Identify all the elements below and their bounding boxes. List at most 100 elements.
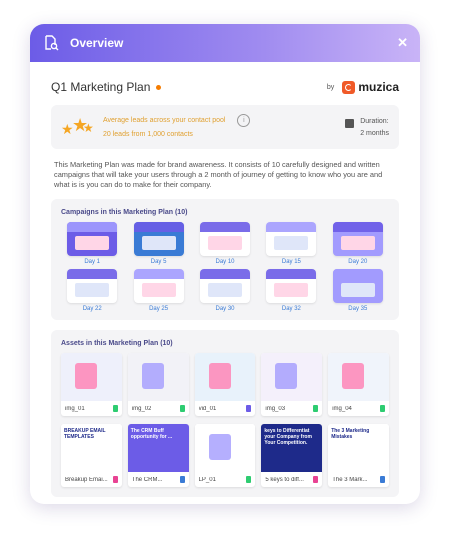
campaign-card[interactable]: Day 35: [325, 269, 391, 312]
campaign-thumbnail[interactable]: [332, 269, 383, 303]
campaign-day-label[interactable]: Day 30: [215, 306, 234, 312]
campaign-day-label[interactable]: Day 5: [151, 259, 167, 265]
assets-panel: Assets in this Marketing Plan (10) img_0…: [51, 330, 399, 497]
campaigns-title: Campaigns in this Marketing Plan (10): [61, 209, 188, 216]
asset-name: The 3 Mark...: [332, 476, 368, 483]
duration-label: Duration:: [360, 117, 389, 125]
file-type-icon: [313, 405, 319, 412]
plan-description: This Marketing Plan was made for brand a…: [54, 160, 383, 189]
leads-stat-value: 20 leads from 1,000 contacts: [103, 130, 193, 138]
asset-name: Breakup Emai...: [65, 476, 108, 483]
campaign-thumbnail[interactable]: [133, 269, 184, 303]
modal-header: Overview ✕: [30, 24, 420, 62]
asset-thumbnail[interactable]: The 3 Marketing Mistakes: [328, 424, 389, 472]
asset-card[interactable]: keys to Differentiat your Company from Y…: [261, 424, 323, 487]
campaign-thumbnail[interactable]: [67, 222, 118, 256]
plan-title: Q1 Marketing Plan: [51, 80, 151, 94]
asset-thumbnail[interactable]: BREAKUP EMAIL TEMPLATES: [61, 424, 122, 472]
asset-card[interactable]: img_02: [127, 353, 189, 416]
campaign-card[interactable]: Day 20: [325, 222, 391, 265]
campaign-card[interactable]: Day 22: [59, 269, 125, 312]
campaign-thumbnail[interactable]: [67, 269, 118, 303]
asset-thumbnail[interactable]: The CRM Buff opportunity for ...: [127, 424, 189, 472]
asset-thumbnail[interactable]: [261, 353, 323, 401]
modal-title: Overview: [70, 36, 124, 50]
asset-card[interactable]: LP_01: [194, 424, 256, 487]
campaign-day-label[interactable]: Day 25: [149, 306, 168, 312]
status-dot: [156, 84, 162, 90]
leads-stat-title: Average leads across your contact pool: [103, 116, 226, 124]
plan-title-row: Q1 Marketing Plan by muzica: [51, 78, 399, 96]
asset-thumbnail[interactable]: [328, 353, 389, 401]
asset-card[interactable]: The 3 Marketing Mistakes The 3 Mark...: [328, 424, 389, 487]
campaign-day-label[interactable]: Day 22: [83, 306, 102, 312]
campaign-card[interactable]: Day 5: [125, 222, 191, 265]
asset-name: img_04: [332, 405, 352, 412]
campaign-thumbnail[interactable]: [199, 269, 250, 303]
brand-logo: muzica: [342, 80, 399, 94]
asset-name: img_01: [65, 405, 85, 412]
campaign-thumbnail[interactable]: [266, 222, 317, 256]
file-type-icon: [112, 476, 118, 483]
document-search-icon: [42, 34, 60, 52]
file-type-icon: [246, 476, 252, 483]
stats-box: ★ ★ ★ Average leads across your contact …: [51, 105, 399, 149]
file-type-icon: [379, 476, 385, 483]
campaigns-panel: Campaigns in this Marketing Plan (10) Da…: [51, 199, 399, 320]
asset-card[interactable]: img_01: [61, 353, 122, 416]
stars-icon: ★ ★ ★: [61, 115, 94, 137]
campaign-card[interactable]: Day 1: [59, 222, 125, 265]
brand-name: muzica: [358, 80, 399, 94]
asset-thumbnail-text: keys to Differentiat your Company from Y…: [264, 428, 312, 446]
asset-name: 5 keys to diff...: [265, 476, 304, 483]
asset-thumbnail[interactable]: [194, 424, 256, 472]
campaign-card[interactable]: Day 25: [125, 269, 191, 312]
asset-card[interactable]: img_03: [261, 353, 323, 416]
campaign-day-label[interactable]: Day 15: [282, 259, 301, 265]
asset-card[interactable]: BREAKUP EMAIL TEMPLATES Breakup Emai...: [61, 424, 122, 487]
campaign-day-label[interactable]: Day 20: [348, 259, 367, 265]
campaign-thumbnail[interactable]: [133, 222, 184, 256]
overview-modal: Overview ✕ Q1 Marketing Plan by muzica ★…: [30, 24, 420, 504]
asset-name: LP_01: [198, 476, 216, 483]
asset-card[interactable]: The CRM Buff opportunity for ... The CRM.…: [127, 424, 189, 487]
campaign-day-label[interactable]: Day 32: [282, 306, 301, 312]
asset-thumbnail[interactable]: [127, 353, 189, 401]
assets-title: Assets in this Marketing Plan (10): [61, 340, 173, 347]
campaign-card[interactable]: Day 10: [192, 222, 258, 265]
close-icon[interactable]: ✕: [397, 35, 408, 51]
asset-thumbnail-text: The 3 Marketing Mistakes: [331, 428, 370, 440]
file-type-icon: [179, 476, 185, 483]
asset-thumbnail[interactable]: [61, 353, 122, 401]
by-label: by: [326, 83, 335, 91]
campaign-thumbnail[interactable]: [266, 269, 317, 303]
campaign-thumbnail[interactable]: [199, 222, 250, 256]
asset-name: img_03: [265, 405, 286, 412]
duration: Duration: 2 months: [345, 118, 389, 137]
campaign-day-label[interactable]: Day 1: [84, 259, 100, 265]
asset-card[interactable]: img_04: [328, 353, 389, 416]
asset-thumbnail-text: BREAKUP EMAIL TEMPLATES: [64, 428, 106, 440]
asset-name: The CRM...: [131, 476, 163, 483]
campaign-card[interactable]: Day 15: [258, 222, 324, 265]
campaign-day-label[interactable]: Day 10: [215, 259, 234, 265]
duration-value: 2 months: [360, 129, 389, 137]
asset-thumbnail[interactable]: [194, 353, 256, 401]
asset-thumbnail[interactable]: keys to Differentiat your Company from Y…: [261, 424, 323, 472]
muzica-logo-icon: [342, 80, 356, 94]
file-type-icon: [112, 405, 118, 412]
file-type-icon: [179, 405, 185, 412]
file-type-icon: [313, 476, 319, 483]
asset-thumbnail-text: The CRM Buff opportunity for ...: [130, 428, 173, 440]
info-icon[interactable]: i: [237, 113, 251, 127]
campaign-day-label[interactable]: Day 35: [348, 306, 367, 312]
file-type-icon: [246, 405, 252, 412]
asset-name: img_02: [131, 405, 152, 412]
campaign-thumbnail[interactable]: [332, 222, 383, 256]
calendar-icon: [345, 118, 355, 128]
campaign-card[interactable]: Day 30: [192, 269, 258, 312]
campaign-card[interactable]: Day 32: [258, 269, 324, 312]
asset-name: vid_01: [198, 405, 217, 412]
file-type-icon: [379, 405, 385, 412]
asset-card[interactable]: vid_01: [194, 353, 256, 416]
